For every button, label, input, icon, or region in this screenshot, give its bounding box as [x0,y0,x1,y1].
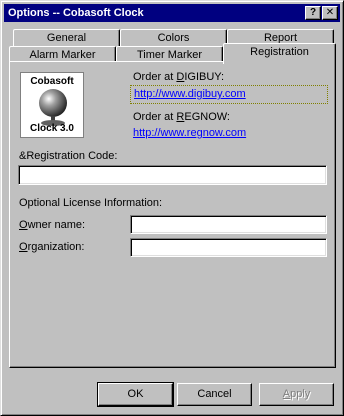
logo-line-1: Cobasoft [30,76,74,87]
digibuy-link[interactable]: http://www.digibuy.com [134,88,246,100]
registration-code-label: &Registration Code: [19,150,118,162]
logo-line-2: Clock 3.0 [30,123,74,134]
owner-label-post: wner name: [27,219,86,231]
digibuy-label-post: IGIBUY: [184,71,225,83]
ok-button-label: OK [127,388,144,400]
digibuy-label: Order at DIGIBUY: [133,71,224,83]
regnow-label: Order at REGNOW: [133,111,230,123]
organization-label: Organization: [19,241,84,253]
org-label-post: rganization: [27,241,85,253]
regnow-link[interactable]: http://www.regnow.com [133,127,246,139]
owner-name-input[interactable] [130,215,327,234]
apply-mnemonic: A [282,388,291,400]
digibuy-link-focus[interactable]: http://www.digibuy.com [130,85,328,104]
organization-input[interactable] [130,238,327,257]
cobasoft-logo: Cobasoft Clock 3.0 [20,72,84,138]
owner-name-label: Owner name: [19,219,85,231]
license-heading: Optional License Information: [19,197,163,209]
cancel-button[interactable]: Cancel [177,383,252,406]
owner-label-mnemonic: O [19,219,28,231]
apply-button-label: pply [290,388,311,400]
digibuy-label-pre: Order at [133,71,177,83]
regnow-label-post: EGNOW: [184,111,230,123]
globe-icon [39,89,67,126]
apply-button[interactable]: Apply [259,383,334,406]
ok-button[interactable]: OK [97,382,174,407]
registration-code-input[interactable] [18,165,327,185]
regnow-label-pre: Order at [133,111,177,123]
org-label-mnemonic: O [19,241,28,253]
cancel-button-label: Cancel [197,388,232,400]
